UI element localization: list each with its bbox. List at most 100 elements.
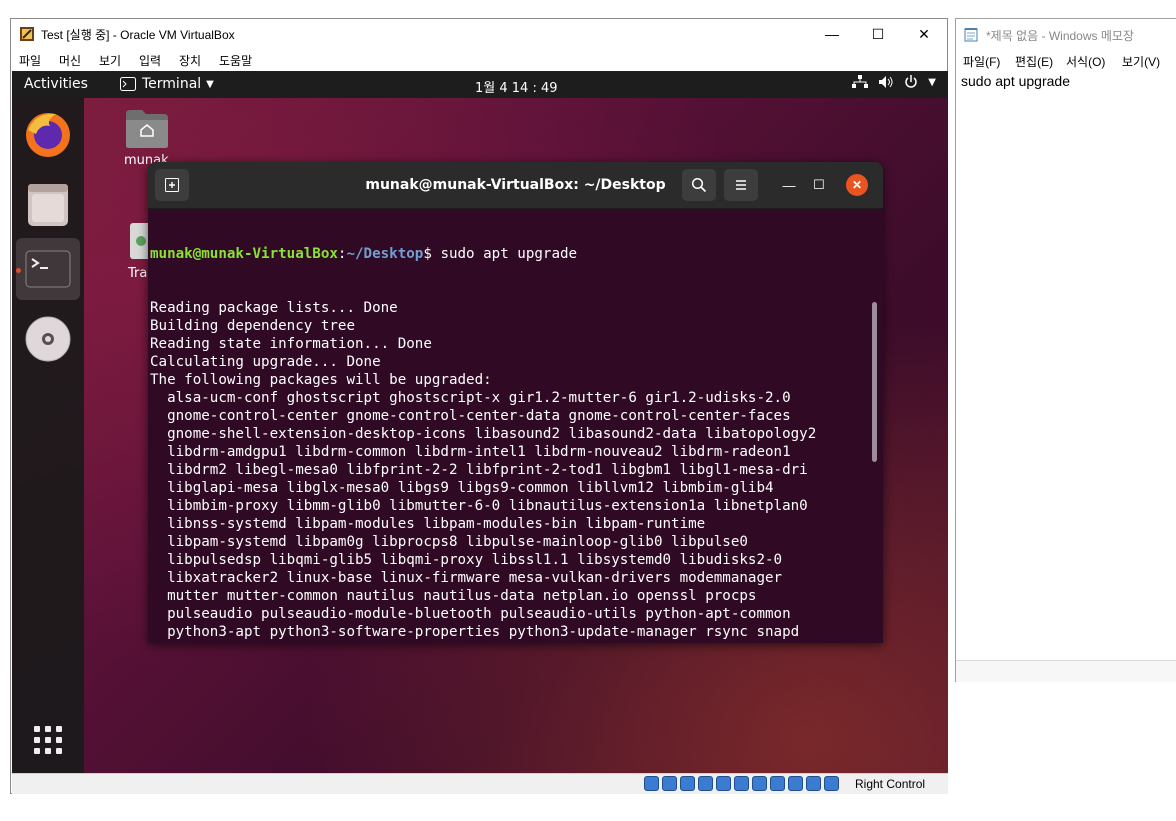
firefox-launcher[interactable] — [16, 104, 80, 166]
search-icon — [691, 177, 707, 193]
hamburger-menu-button[interactable] — [724, 169, 758, 201]
prompt-user: munak@munak-VirtualBox — [150, 246, 338, 262]
host-key-label: Right Control — [855, 777, 926, 791]
output-line: libglapi-mesa libglx-mesa0 libgs9 libgs9… — [150, 480, 774, 496]
output-line: libpam-systemd libpam0g libprocps8 libpu… — [150, 534, 748, 550]
notepad-title-bar[interactable]: *제목 없음 - Windows 메모장 — [956, 19, 1176, 49]
files-icon — [28, 184, 68, 226]
notepad-menu-bar: 파일(F) 편집(E) 서식(O) 보기(V) — [956, 49, 1176, 71]
app-menu-label: Terminal — [142, 76, 202, 92]
menu-devices[interactable]: 장치 — [179, 52, 201, 69]
output-lines: Reading package lists... Done Building de… — [150, 299, 870, 643]
chevron-down-icon: ▼ — [206, 78, 214, 90]
home-folder-icon[interactable] — [124, 108, 170, 150]
notepad-menu-edit[interactable]: 편집(E) — [1015, 53, 1053, 70]
volume-icon — [879, 76, 893, 88]
close-button[interactable]: ✕ — [901, 19, 947, 49]
minimize-button[interactable]: — — [809, 19, 855, 49]
terminal-window[interactable]: munak@munak-VirtualBox: ~/Desktop — ☐ ✕ — [148, 162, 883, 643]
virtualization-icon[interactable] — [788, 776, 803, 791]
guest-screen[interactable]: Activities Terminal ▼ 1월 4 14 : 49 ▼ mun… — [12, 71, 948, 773]
terminal-close-button[interactable]: ✕ — [846, 174, 868, 196]
system-tray[interactable]: ▼ — [852, 75, 936, 89]
output-line: libxatracker2 linux-base linux-firmware … — [150, 570, 783, 586]
hamburger-icon — [736, 180, 746, 190]
clock[interactable]: 1월 4 14 : 49 — [475, 77, 558, 96]
app-grid-icon — [34, 726, 62, 754]
output-line: gnome-shell-extension-desktop-icons liba… — [150, 426, 817, 442]
terminal-small-icon — [120, 77, 136, 91]
notepad-text-area[interactable]: sudo apt upgrade — [961, 73, 1070, 89]
minimize-icon: — — [782, 177, 796, 193]
files-launcher[interactable] — [16, 174, 80, 236]
notepad-menu-file[interactable]: 파일(F) — [963, 53, 1000, 70]
notepad-menu-view[interactable]: 보기(V) — [1122, 53, 1160, 70]
menu-input[interactable]: 입력 — [139, 52, 161, 69]
prompt-path: ~/Desktop — [346, 246, 424, 262]
close-icon: ✕ — [918, 25, 930, 42]
output-line: python3-apt python3-software-properties … — [150, 624, 800, 640]
output-line: pulseaudio pulseaudio-module-bluetooth p… — [150, 606, 791, 622]
terminal-title: munak@munak-VirtualBox: ~/Desktop — [365, 177, 666, 193]
terminal-minimize-button[interactable]: — — [778, 174, 800, 196]
output-line: libnss-systemd libpam-modules libpam-mod… — [150, 516, 706, 532]
display-icon[interactable] — [752, 776, 767, 791]
activities-button[interactable]: Activities — [24, 76, 88, 92]
close-icon: ✕ — [851, 178, 863, 192]
network-adapter-icon[interactable] — [698, 776, 713, 791]
virtualbox-window: Test [실행 중] - Oracle VM VirtualBox — ☐ ✕… — [10, 18, 948, 794]
mouse-integration-icon[interactable] — [806, 776, 821, 791]
trash-label: Tra — [128, 266, 148, 281]
firefox-icon — [26, 113, 70, 157]
output-line: Calculating upgrade... Done — [150, 354, 381, 370]
optical-drive-icon[interactable] — [662, 776, 677, 791]
output-line: alsa-ucm-conf ghostscript ghostscript-x … — [150, 390, 791, 406]
output-line: Building dependency tree — [150, 318, 355, 334]
notepad-window[interactable]: *제목 없음 - Windows 메모장 파일(F) 편집(E) 서식(O) 보… — [955, 18, 1176, 682]
virtualbox-status-bar: Right Control — [12, 773, 948, 794]
gnome-top-bar: Activities Terminal ▼ 1월 4 14 : 49 ▼ — [12, 71, 948, 98]
virtualbox-title-bar[interactable]: Test [실행 중] - Oracle VM VirtualBox — ☐ ✕ — [11, 19, 947, 49]
shared-folders-icon[interactable] — [734, 776, 749, 791]
output-line: Reading state information... Done — [150, 336, 432, 352]
search-button[interactable] — [682, 169, 716, 201]
notepad-app-icon — [964, 28, 978, 42]
disc-icon — [25, 316, 71, 362]
maximize-icon: ☐ — [871, 25, 885, 42]
dvd-launcher[interactable] — [16, 308, 80, 370]
notepad-bottom-bar — [956, 660, 1176, 682]
minimize-icon: — — [825, 26, 839, 42]
output-line: The following packages will be upgraded: — [150, 372, 492, 388]
output-line: libpulsedsp libqmi-glib5 libqmi-proxy li… — [150, 552, 783, 568]
app-menu[interactable]: Terminal ▼ — [120, 76, 214, 92]
tray-chevron-down-icon: ▼ — [928, 77, 936, 88]
prompt-end: $ — [423, 246, 441, 262]
virtualbox-app-icon — [20, 27, 34, 41]
menu-help[interactable]: 도움말 — [219, 52, 252, 69]
output-line: libdrm-amdgpu1 libdrm-common libdrm-inte… — [150, 444, 791, 460]
menu-file[interactable]: 파일 — [19, 52, 41, 69]
show-applications-button[interactable] — [16, 710, 80, 772]
menu-view[interactable]: 보기 — [99, 52, 121, 69]
window-title: Test [실행 중] - Oracle VM VirtualBox — [41, 28, 235, 42]
menu-machine[interactable]: 머신 — [59, 52, 81, 69]
audio-icon[interactable] — [680, 776, 695, 791]
terminal-scrollbar[interactable] — [872, 302, 877, 462]
maximize-button[interactable]: ☐ — [855, 19, 901, 49]
output-line: software-properties-common software-prop… — [150, 641, 870, 643]
terminal-maximize-button[interactable]: ☐ — [808, 174, 830, 196]
output-line: gnome-control-center gnome-control-cente… — [150, 408, 791, 424]
terminal-launcher[interactable] — [16, 238, 80, 300]
terminal-header-bar[interactable]: munak@munak-VirtualBox: ~/Desktop — ☐ ✕ — [148, 162, 883, 209]
notepad-menu-format[interactable]: 서식(O) — [1066, 53, 1105, 70]
output-line: libdrm2 libegl-mesa0 libfprint-2-2 libfp… — [150, 462, 808, 478]
keyboard-capture-icon[interactable] — [824, 776, 839, 791]
hard-disk-icon[interactable] — [644, 776, 659, 791]
terminal-output[interactable]: munak@munak-VirtualBox:~/Desktop$ sudo a… — [150, 209, 870, 643]
usb-icon[interactable] — [716, 776, 731, 791]
maximize-icon: ☐ — [813, 177, 825, 192]
command-text: sudo apt upgrade — [440, 246, 578, 262]
video-capture-icon[interactable] — [770, 776, 785, 791]
running-indicator-dot — [16, 268, 21, 273]
terminal-icon — [25, 250, 71, 288]
